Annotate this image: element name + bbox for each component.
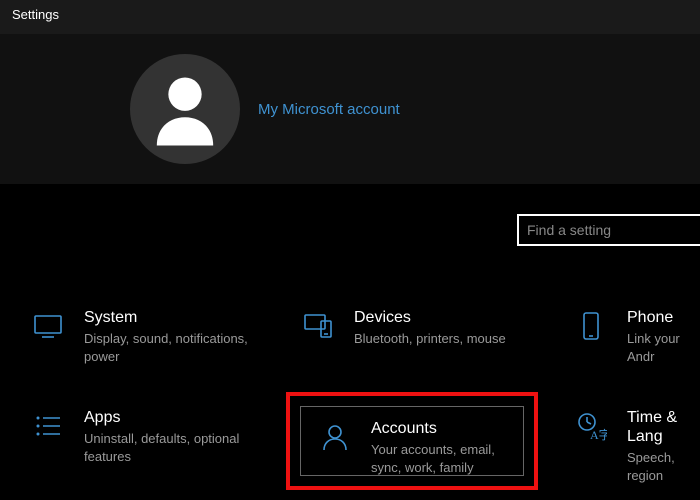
window-title: Settings <box>0 0 700 34</box>
tile-desc: Uninstall, defaults, optional features <box>84 430 264 465</box>
my-microsoft-account-link[interactable]: My Microsoft account <box>258 101 400 118</box>
tile-title: Time & Lang <box>627 408 700 446</box>
svg-text:A字: A字 <box>590 427 607 442</box>
tile-time-language[interactable]: A字 Time & Lang Speech, region <box>573 408 700 484</box>
search-input[interactable] <box>517 214 700 246</box>
tile-title: Phone <box>627 308 700 327</box>
tile-desc: Speech, region <box>627 449 700 484</box>
tile-desc: Your accounts, email, sync, work, family <box>371 441 507 476</box>
tile-accounts[interactable]: Accounts Your accounts, email, sync, wor… <box>300 406 524 476</box>
tile-desc: Display, sound, notifications, power <box>84 330 264 365</box>
search-container <box>0 184 700 246</box>
tile-apps[interactable]: Apps Uninstall, defaults, optional featu… <box>30 408 264 465</box>
tile-system[interactable]: System Display, sound, notifications, po… <box>30 308 264 365</box>
apps-icon <box>30 408 66 444</box>
person-outline-icon <box>317 419 353 455</box>
avatar <box>130 54 240 164</box>
person-icon <box>144 66 226 153</box>
account-banner: My Microsoft account <box>0 34 700 184</box>
tile-title: Devices <box>354 308 506 327</box>
tile-title: Apps <box>84 408 264 427</box>
display-icon <box>30 308 66 344</box>
highlight-accounts: Accounts Your accounts, email, sync, wor… <box>286 392 538 490</box>
tile-title: System <box>84 308 264 327</box>
tile-devices[interactable]: Devices Bluetooth, printers, mouse <box>300 308 506 348</box>
phone-icon <box>573 308 609 344</box>
tile-desc: Link your Andr <box>627 330 700 365</box>
time-language-icon: A字 <box>573 408 609 444</box>
tile-phone[interactable]: Phone Link your Andr <box>573 308 700 365</box>
tile-title: Accounts <box>371 419 507 438</box>
tile-desc: Bluetooth, printers, mouse <box>354 330 506 348</box>
devices-icon <box>300 308 336 344</box>
